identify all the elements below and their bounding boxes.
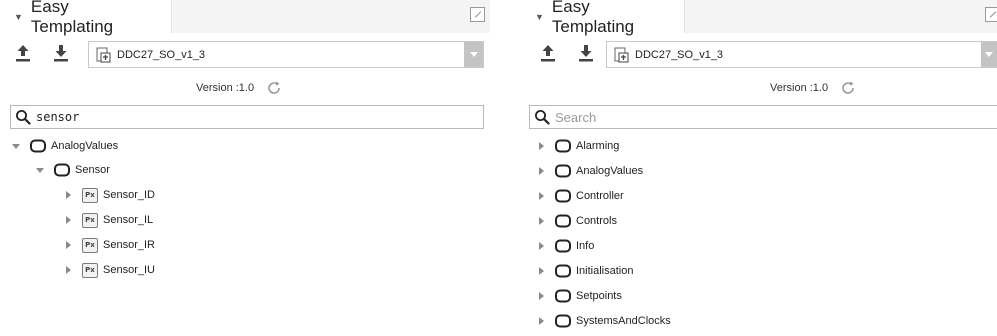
template-file-icon bbox=[613, 47, 629, 63]
folder-icon bbox=[555, 289, 571, 303]
tree-node-systemsandclocks[interactable]: SystemsAndClocks bbox=[535, 309, 671, 333]
tree-node-sensor-ir[interactable]: Px Sensor_IR bbox=[62, 233, 155, 257]
upload-icon[interactable] bbox=[14, 43, 32, 63]
tree-node-label: Alarming bbox=[576, 140, 620, 152]
tree-node-label: Sensor bbox=[75, 164, 110, 176]
tree-node-label: Sensor_IL bbox=[103, 214, 154, 226]
px-point-icon: Px bbox=[82, 212, 98, 228]
upload-icon[interactable] bbox=[539, 43, 557, 63]
chevron-down-icon[interactable] bbox=[981, 42, 997, 67]
version-row: Version :1.0 bbox=[196, 78, 282, 98]
tree-node-alarming[interactable]: Alarming bbox=[535, 134, 619, 158]
folder-icon bbox=[54, 163, 70, 177]
toolbar: DDC27_SO_v1_3 bbox=[0, 38, 490, 72]
easy-templating-panel-right: ▼ Easy Templating DDC27_SO_v1_3 Version … bbox=[521, 0, 997, 336]
px-point-icon: Px bbox=[82, 262, 98, 278]
tree-node-controls[interactable]: Controls bbox=[535, 209, 617, 233]
search-input[interactable] bbox=[36, 107, 436, 127]
expand-icon[interactable] bbox=[470, 7, 485, 22]
px-point-icon: Px bbox=[82, 187, 98, 203]
tab-title: Easy Templating bbox=[551, 0, 635, 36]
tree-node-info[interactable]: Info bbox=[535, 234, 594, 258]
tree-node-label: Sensor_IU bbox=[103, 264, 155, 276]
tab-easy-templating[interactable]: ▼ Easy Templating bbox=[0, 0, 172, 36]
expand-arrow-icon[interactable] bbox=[535, 190, 547, 202]
template-select-value: DDC27_SO_v1_3 bbox=[117, 48, 206, 61]
folder-icon bbox=[555, 139, 571, 153]
tree-node-label: Controls bbox=[576, 215, 617, 227]
expand-arrow-icon[interactable] bbox=[535, 140, 547, 152]
expand-arrow-icon[interactable] bbox=[62, 264, 74, 276]
tree-node-initialisation[interactable]: Initialisation bbox=[535, 259, 633, 283]
search-icon bbox=[15, 109, 31, 125]
search-box bbox=[529, 105, 997, 129]
tree-node-label: Info bbox=[576, 240, 595, 252]
caret-down-small-icon[interactable]: ▼ bbox=[535, 12, 544, 22]
tree-node-sensor-iu[interactable]: Px Sensor_IU bbox=[62, 258, 155, 282]
tree-node-label: SystemsAndClocks bbox=[576, 315, 671, 327]
expand-arrow-icon[interactable] bbox=[62, 189, 74, 201]
tree-node-label: AnalogValues bbox=[51, 140, 119, 152]
expand-arrow-icon[interactable] bbox=[535, 165, 547, 177]
expand-arrow-icon[interactable] bbox=[535, 315, 547, 327]
version-label: Version :1.0 bbox=[196, 82, 255, 94]
tree-node-label: Setpoints bbox=[576, 290, 622, 302]
caret-down-small-icon[interactable]: ▼ bbox=[14, 12, 23, 22]
panel-header: ▼ Easy Templating bbox=[521, 0, 997, 36]
tree-node-label: Initialisation bbox=[576, 265, 634, 277]
expand-icon[interactable] bbox=[985, 7, 997, 22]
template-file-icon bbox=[95, 47, 111, 63]
expand-arrow-icon[interactable] bbox=[62, 239, 74, 251]
tree-node-analogvalues[interactable]: AnalogValues bbox=[10, 134, 118, 158]
template-select[interactable]: DDC27_SO_v1_3 bbox=[88, 41, 484, 68]
version-label: Version :1.0 bbox=[770, 82, 829, 94]
folder-icon bbox=[555, 214, 571, 228]
refresh-icon[interactable] bbox=[266, 80, 282, 96]
tree-node-label: Sensor_ID bbox=[103, 189, 155, 201]
tab-easy-templating[interactable]: ▼ Easy Templating bbox=[521, 0, 685, 36]
expand-arrow-icon[interactable] bbox=[535, 290, 547, 302]
tab-title: Easy Templating bbox=[30, 0, 114, 36]
folder-icon bbox=[555, 239, 571, 253]
chevron-down-icon[interactable] bbox=[464, 42, 483, 67]
search-input[interactable] bbox=[555, 107, 955, 127]
panel-header: ▼ Easy Templating bbox=[0, 0, 490, 36]
folder-icon bbox=[555, 314, 571, 328]
folder-icon bbox=[555, 164, 571, 178]
download-icon[interactable] bbox=[577, 43, 595, 63]
expand-arrow-icon[interactable] bbox=[535, 240, 547, 252]
template-select-value: DDC27_SO_v1_3 bbox=[635, 48, 724, 61]
version-row: Version :1.0 bbox=[770, 78, 856, 98]
expand-arrow-icon[interactable] bbox=[535, 215, 547, 227]
tree-node-label: Sensor_IR bbox=[103, 239, 155, 251]
tree-node-label: AnalogValues bbox=[576, 165, 644, 177]
tree-node-controller[interactable]: Controller bbox=[535, 184, 624, 208]
expand-arrow-icon[interactable] bbox=[62, 214, 74, 226]
folder-icon bbox=[30, 139, 46, 153]
tree-node-sensor-id[interactable]: Px Sensor_ID bbox=[62, 183, 155, 207]
tree-node-sensor[interactable]: Sensor bbox=[34, 158, 110, 182]
easy-templating-panel-left: ▼ Easy Templating DDC27_SO_v1_3 Version … bbox=[0, 0, 490, 336]
folder-icon bbox=[555, 264, 571, 278]
collapse-arrow-icon[interactable] bbox=[34, 164, 46, 176]
collapse-arrow-icon[interactable] bbox=[10, 140, 22, 152]
search-icon bbox=[534, 109, 550, 125]
px-point-icon: Px bbox=[82, 237, 98, 253]
toolbar: DDC27_SO_v1_3 bbox=[521, 38, 997, 72]
refresh-icon[interactable] bbox=[840, 80, 856, 96]
tree-node-sensor-il[interactable]: Px Sensor_IL bbox=[62, 208, 153, 232]
tree-node-analogvalues[interactable]: AnalogValues bbox=[535, 159, 643, 183]
expand-arrow-icon[interactable] bbox=[535, 265, 547, 277]
tree-node-label: Controller bbox=[576, 190, 624, 202]
folder-icon bbox=[555, 189, 571, 203]
tree-node-setpoints[interactable]: Setpoints bbox=[535, 284, 622, 308]
download-icon[interactable] bbox=[52, 43, 70, 63]
search-box bbox=[10, 105, 484, 129]
template-select[interactable]: DDC27_SO_v1_3 bbox=[606, 41, 997, 68]
